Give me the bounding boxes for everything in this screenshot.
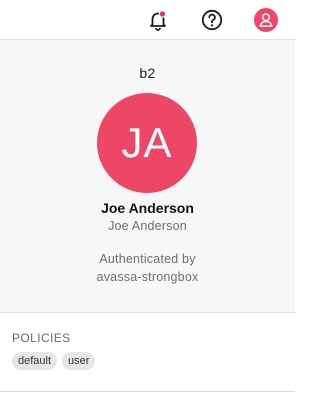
help-icon[interactable] (200, 8, 224, 32)
auth-source: avassa-strongbox (96, 270, 199, 284)
auth-label: Authenticated by (99, 252, 196, 266)
notifications-bell-icon[interactable] (146, 8, 170, 32)
policy-chips: default user (12, 352, 96, 370)
policy-chip-default: default (12, 352, 58, 370)
policies-section: POLICIES default user (0, 313, 295, 392)
tenant-name: b2 (139, 65, 156, 81)
avatar: JA (97, 93, 197, 193)
user-display-name: Joe Anderson (101, 200, 194, 216)
policies-title: POLICIES (12, 331, 71, 345)
top-bar (0, 0, 295, 40)
user-menu-icon[interactable] (254, 8, 278, 32)
profile-panel: b2 JA Joe Anderson Joe Anderson Authenti… (0, 40, 295, 313)
user-name: Joe Anderson (108, 219, 187, 233)
policy-chip-user: user (62, 352, 96, 370)
